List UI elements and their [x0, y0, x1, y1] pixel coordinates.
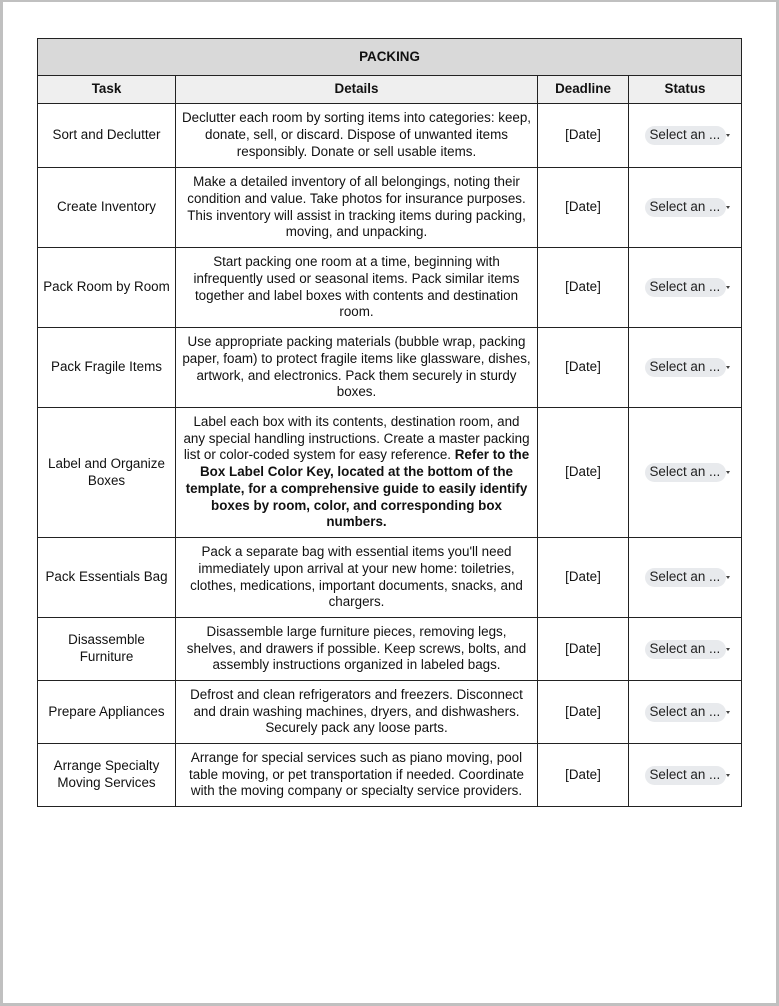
details-cell[interactable]: Disassemble large furniture pieces, remo… — [175, 617, 538, 681]
details-cell[interactable]: Use appropriate packing materials (bubbl… — [175, 327, 538, 408]
details-cell[interactable]: Declutter each room by sorting items int… — [175, 103, 538, 168]
status-cell: Select an ... — [627, 167, 743, 248]
status-dropdown[interactable]: Select an ... — [644, 702, 731, 722]
status-dropdown[interactable]: Select an ... — [644, 568, 731, 587]
details-cell[interactable]: Defrost and clean refrigerators and free… — [175, 680, 538, 744]
table-row: Pack Fragile Items Use appropriate packi… — [37, 327, 743, 408]
details-cell[interactable]: Label each box with its contents, destin… — [175, 407, 538, 538]
details-cell[interactable]: Start packing one room at a time, beginn… — [175, 247, 538, 328]
header-details: Details — [175, 75, 538, 104]
task-cell[interactable]: Prepare Appliances — [37, 680, 176, 744]
status-value: Select an ... — [649, 127, 721, 143]
details-cell[interactable]: Pack a separate bag with essential items… — [175, 537, 538, 618]
status-dropdown[interactable]: Select an ... — [644, 278, 731, 297]
deadline-cell[interactable]: [Date] — [537, 247, 629, 328]
caret-down-icon — [726, 286, 731, 289]
table-row: Prepare Appliances Defrost and clean ref… — [37, 680, 743, 744]
header-task: Task — [37, 75, 176, 104]
status-value: Select an ... — [649, 359, 721, 375]
deadline-cell[interactable]: [Date] — [537, 103, 629, 168]
caret-down-icon — [726, 647, 731, 651]
details-text: Make a detailed inventory of all belongi… — [187, 173, 526, 240]
status-dropdown[interactable]: Select an ... — [644, 198, 731, 217]
caret-down-icon — [726, 134, 731, 137]
deadline-cell[interactable]: [Date] — [537, 537, 629, 618]
status-dropdown[interactable]: Select an ... — [644, 639, 731, 659]
status-value: Select an ... — [649, 640, 721, 656]
table-body: Sort and Declutter Declutter each room b… — [37, 103, 743, 807]
status-value: Select an ... — [649, 703, 721, 719]
status-dropdown[interactable]: Select an ... — [644, 463, 731, 482]
status-cell: Select an ... — [627, 247, 743, 328]
table-row: Disassemble Furniture Disassemble large … — [37, 617, 743, 681]
deadline-cell[interactable]: [Date] — [537, 327, 629, 408]
status-value: Select an ... — [649, 199, 721, 215]
task-cell[interactable]: Pack Fragile Items — [37, 327, 176, 408]
status-value: Select an ... — [649, 464, 721, 480]
status-cell: Select an ... — [627, 407, 743, 538]
table-row: Sort and Declutter Declutter each room b… — [37, 103, 743, 168]
table-header-row: Task Details Deadline Status — [37, 75, 743, 104]
deadline-cell[interactable]: [Date] — [537, 617, 629, 681]
details-text: Declutter each room by sorting items int… — [181, 110, 532, 159]
task-cell[interactable]: Arrange Specialty Moving Services — [37, 743, 176, 807]
caret-down-icon — [726, 206, 731, 209]
table-row: Arrange Specialty Moving Services Arrang… — [37, 743, 743, 807]
deadline-cell[interactable]: [Date] — [537, 407, 629, 538]
status-cell: Select an ... — [627, 537, 743, 618]
caret-down-icon — [726, 366, 731, 369]
status-cell: Select an ... — [627, 327, 743, 408]
table-title-row: PACKING — [36, 38, 743, 76]
details-text: Pack a separate bag with essential items… — [190, 543, 523, 610]
caret-down-icon — [726, 710, 731, 714]
task-cell[interactable]: Sort and Declutter — [37, 103, 176, 168]
deadline-cell[interactable]: [Date] — [537, 743, 629, 807]
table-row: Pack Room by Room Start packing one room… — [37, 247, 743, 328]
status-dropdown[interactable]: Select an ... — [644, 765, 731, 785]
details-cell[interactable]: Make a detailed inventory of all belongi… — [175, 167, 538, 248]
details-text: Arrange for special services such as pia… — [189, 749, 524, 799]
table-row: Pack Essentials Bag Pack a separate bag … — [37, 537, 743, 618]
task-cell[interactable]: Pack Essentials Bag — [37, 537, 176, 618]
header-status: Status — [627, 75, 743, 104]
caret-down-icon — [726, 576, 731, 579]
header-deadline: Deadline — [537, 75, 629, 104]
status-value: Select an ... — [649, 766, 721, 782]
details-cell[interactable]: Arrange for special services such as pia… — [175, 743, 538, 807]
status-cell: Select an ... — [627, 617, 743, 681]
status-cell: Select an ... — [627, 680, 743, 744]
deadline-cell[interactable]: [Date] — [537, 680, 629, 744]
table-row: Label and Organize Boxes Label each box … — [37, 407, 743, 538]
details-text: Start packing one room at a time, beginn… — [193, 253, 520, 320]
status-dropdown[interactable]: Select an ... — [644, 358, 731, 377]
table-title: PACKING — [36, 38, 743, 76]
status-cell: Select an ... — [627, 743, 743, 807]
details-text: Use appropriate packing materials (bubbl… — [182, 333, 531, 400]
deadline-cell[interactable]: [Date] — [537, 167, 629, 248]
packing-table: PACKING Task Details Deadline Status Sor… — [36, 38, 743, 807]
status-value: Select an ... — [649, 569, 721, 585]
task-cell[interactable]: Disassemble Furniture — [37, 617, 176, 681]
task-cell[interactable]: Pack Room by Room — [37, 247, 176, 328]
task-cell[interactable]: Label and Organize Boxes — [37, 407, 176, 538]
details-text: Defrost and clean refrigerators and free… — [190, 686, 523, 736]
details-text: Disassemble large furniture pieces, remo… — [186, 623, 527, 673]
caret-down-icon — [726, 773, 731, 777]
task-cell[interactable]: Create Inventory — [37, 167, 176, 248]
status-cell: Select an ... — [627, 103, 743, 168]
table-row: Create Inventory Make a detailed invento… — [37, 167, 743, 248]
status-value: Select an ... — [649, 279, 721, 295]
document-page: PACKING Task Details Deadline Status Sor… — [36, 38, 743, 807]
status-dropdown[interactable]: Select an ... — [644, 126, 731, 145]
caret-down-icon — [726, 471, 731, 474]
